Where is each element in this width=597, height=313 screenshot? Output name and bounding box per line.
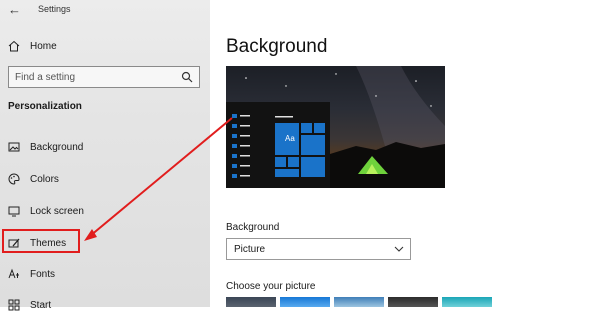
palette-icon [8,173,20,185]
sidebar-item-lock-screen[interactable]: Lock screen [8,203,84,219]
sidebar-item-label: Lock screen [30,205,84,217]
picture-thumbnail[interactable] [226,297,276,307]
monitor-icon [8,206,20,217]
chevron-down-icon [394,246,404,252]
font-icon [8,268,19,279]
background-type-dropdown[interactable]: Picture [226,238,411,260]
picture-icon [8,142,20,152]
sidebar-item-label: Fonts [30,268,56,280]
title-bar: ← Settings [0,0,210,20]
picture-thumbnail[interactable] [334,297,384,307]
sidebar-item-label: Colors [30,173,59,185]
sidebar-item-colors[interactable]: Colors [8,171,59,187]
back-arrow-icon[interactable]: ← [8,2,21,17]
settings-sidebar: ← Settings Home Find a setting Personali… [0,0,210,311]
search-placeholder: Find a setting [15,72,76,83]
search-input[interactable]: Find a setting [8,66,200,88]
home-icon [8,40,20,52]
page-title: Background [226,36,328,57]
sidebar-item-label: Start [30,299,52,311]
nav-home[interactable]: Home [8,38,57,54]
section-title: Personalization [8,101,82,112]
search-icon[interactable] [181,71,193,83]
preview-tile-text: Aa [285,134,295,143]
nav-home-label: Home [30,40,57,52]
themes-highlight-box [2,229,80,253]
sidebar-item-background[interactable]: Background [8,139,83,155]
app-title: Settings [38,4,71,14]
start-menu-tiles [232,114,325,178]
picture-thumbnail[interactable] [388,297,438,307]
background-type-value: Picture [234,244,266,255]
sidebar-item-label: Background [30,141,84,153]
sidebar-item-start[interactable]: Start [8,297,51,313]
background-type-label: Background [226,222,280,233]
sidebar-item-fonts[interactable]: Fonts [8,266,55,282]
background-preview: Aa [226,66,445,188]
start-icon [8,299,20,311]
picture-thumbnail[interactable] [280,297,330,307]
start-menu-preview: Aa [226,102,330,188]
choose-picture-label: Choose your picture [226,281,316,292]
picture-thumbnail[interactable] [442,297,492,307]
